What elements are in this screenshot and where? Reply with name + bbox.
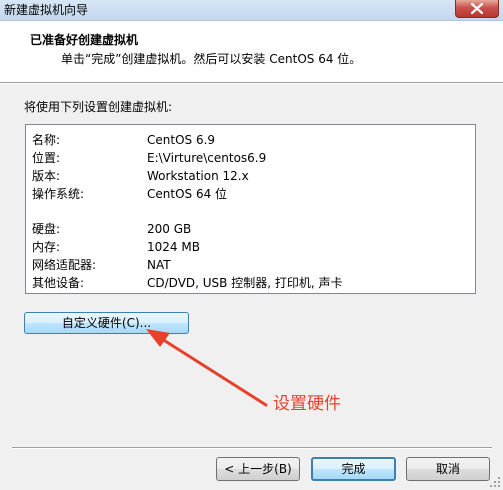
page-title: 已准备好创建虚拟机: [30, 33, 139, 47]
summary-row-location: 位置: E:\Virture\centos6.9: [26, 149, 475, 167]
summary-value: 1024 MB: [147, 240, 200, 254]
summary-value: CD/DVD, USB 控制器, 打印机, 声卡: [147, 276, 343, 290]
summary-value: E:\Virture\centos6.9: [147, 151, 267, 165]
settings-summary-box[interactable]: 名称: CentOS 6.9 位置: E:\Virture\centos6.9 …: [25, 124, 476, 294]
header-divider: [0, 83, 503, 84]
annotation-label: 设置硬件: [273, 394, 341, 414]
wizard-header: 已准备好创建虚拟机 单击“完成”创建虚拟机。然后可以安装 CentOS 64 位…: [0, 21, 503, 83]
summary-value: 200 GB: [147, 222, 192, 236]
resize-grip-icon[interactable]: [490, 477, 501, 488]
summary-row-version: 版本: Workstation 12.x: [26, 167, 475, 185]
summary-label: 硬盘:: [32, 222, 61, 236]
close-icon: [471, 3, 483, 14]
summary-label: 内存:: [32, 240, 61, 254]
annotation-arrow: [146, 329, 268, 407]
summary-row-memory: 内存: 1024 MB: [26, 238, 475, 256]
page-subtitle: 单击“完成”创建虚拟机。然后可以安装 CentOS 64 位。: [61, 52, 362, 66]
new-vm-wizard-window: 新建虚拟机向导 已准备好创建虚拟机 单击“完成”创建虚拟机。然后可以安装 Cen…: [0, 0, 503, 490]
summary-value: NAT: [147, 258, 171, 272]
summary-label: 名称:: [32, 133, 61, 147]
summary-label: 位置:: [32, 151, 61, 165]
summary-row-other-devices: 其他设备: CD/DVD, USB 控制器, 打印机, 声卡: [26, 274, 475, 292]
summary-value: CentOS 64 位: [147, 187, 228, 201]
summary-label: 版本:: [32, 169, 61, 183]
footer-divider: [12, 447, 492, 449]
window-title: 新建虚拟机向导: [4, 3, 89, 17]
summary-label: 其他设备:: [32, 276, 85, 290]
summary-value: Workstation 12.x: [147, 169, 249, 183]
summary-row-disk: 硬盘: 200 GB: [26, 220, 475, 238]
close-button[interactable]: [455, 0, 499, 18]
summary-label: 网络适配器:: [32, 258, 97, 272]
summary-row-name: 名称: CentOS 6.9: [26, 131, 475, 149]
summary-row-os: 操作系统: CentOS 64 位: [26, 185, 475, 203]
summary-row-network: 网络适配器: NAT: [26, 256, 475, 274]
finish-button[interactable]: 完成: [311, 457, 396, 481]
summary-label: 操作系统:: [32, 187, 85, 201]
cancel-button[interactable]: 取消: [406, 457, 490, 481]
title-bar[interactable]: 新建虚拟机向导: [0, 0, 503, 21]
summary-value: CentOS 6.9: [147, 133, 216, 147]
summary-intro-text: 将使用下列设置创建虚拟机:: [24, 100, 173, 114]
back-button[interactable]: < 上一步(B): [216, 457, 300, 481]
